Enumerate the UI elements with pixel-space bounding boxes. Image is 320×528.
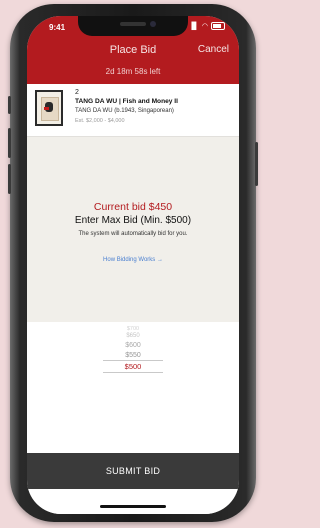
lot-estimate: Est. $2,000 - $4,000 [75,118,125,124]
status-time: 9:41 [49,23,66,32]
picker-selected-option[interactable]: $500 [27,362,239,371]
current-bid: Current bid $450 [93,201,173,213]
lot-card: 2 TANG DA WU | Fish and Money II TANG DA… [27,84,239,137]
auto-bid-note: The system will automatically bid for yo… [78,231,188,237]
phone-screen: 9:41 ▐▌ ◠ Place Bid Cancel 2d 18m 58s le… [27,16,239,514]
lot-number: 2 [75,89,79,96]
status-icons: ▐▌ ◠ [189,22,225,30]
signal-icon: ▐▌ [188,22,199,30]
cancel-button[interactable]: Cancel [198,44,229,55]
enter-max-bid: Enter Max Bid (Min. $500) [74,215,192,226]
mute-switch [8,96,11,114]
lot-title: TANG DA WU | Fish and Money II [75,98,178,105]
picker-option[interactable]: $600 [27,342,239,349]
bid-amount-picker[interactable]: $700 $650 $600 $550 $500 [27,322,239,454]
notch [78,16,188,36]
picker-option[interactable]: $700 [27,326,239,332]
time-left: 2d 18m 58s left [105,67,161,76]
header-bar: 9:41 ▐▌ ◠ Place Bid Cancel 2d 18m 58s le… [27,16,239,84]
home-indicator [100,505,166,508]
lot-thumbnail [35,90,63,126]
power-button [255,142,258,186]
battery-icon [211,22,225,30]
bottom-safe-area [27,489,239,514]
submit-bid-button[interactable]: SUBMIT BID [27,453,239,489]
lot-artist: TANG DA WU (b.1943, Singaporean) [75,108,174,114]
speaker [120,22,146,26]
bid-info-area: Current bid $450 Enter Max Bid (Min. $50… [27,137,239,322]
picker-selection-line-top [103,360,163,361]
camera [150,21,156,27]
how-bidding-works-link[interactable]: How Bidding Works → [27,257,239,263]
volume-down-button [8,164,11,194]
volume-up-button [8,128,11,158]
artwork-image [41,97,59,121]
wifi-icon: ◠ [201,23,208,30]
picker-option[interactable]: $550 [27,352,239,359]
picker-selection-line-bottom [103,372,163,373]
picker-option[interactable]: $650 [27,333,239,339]
